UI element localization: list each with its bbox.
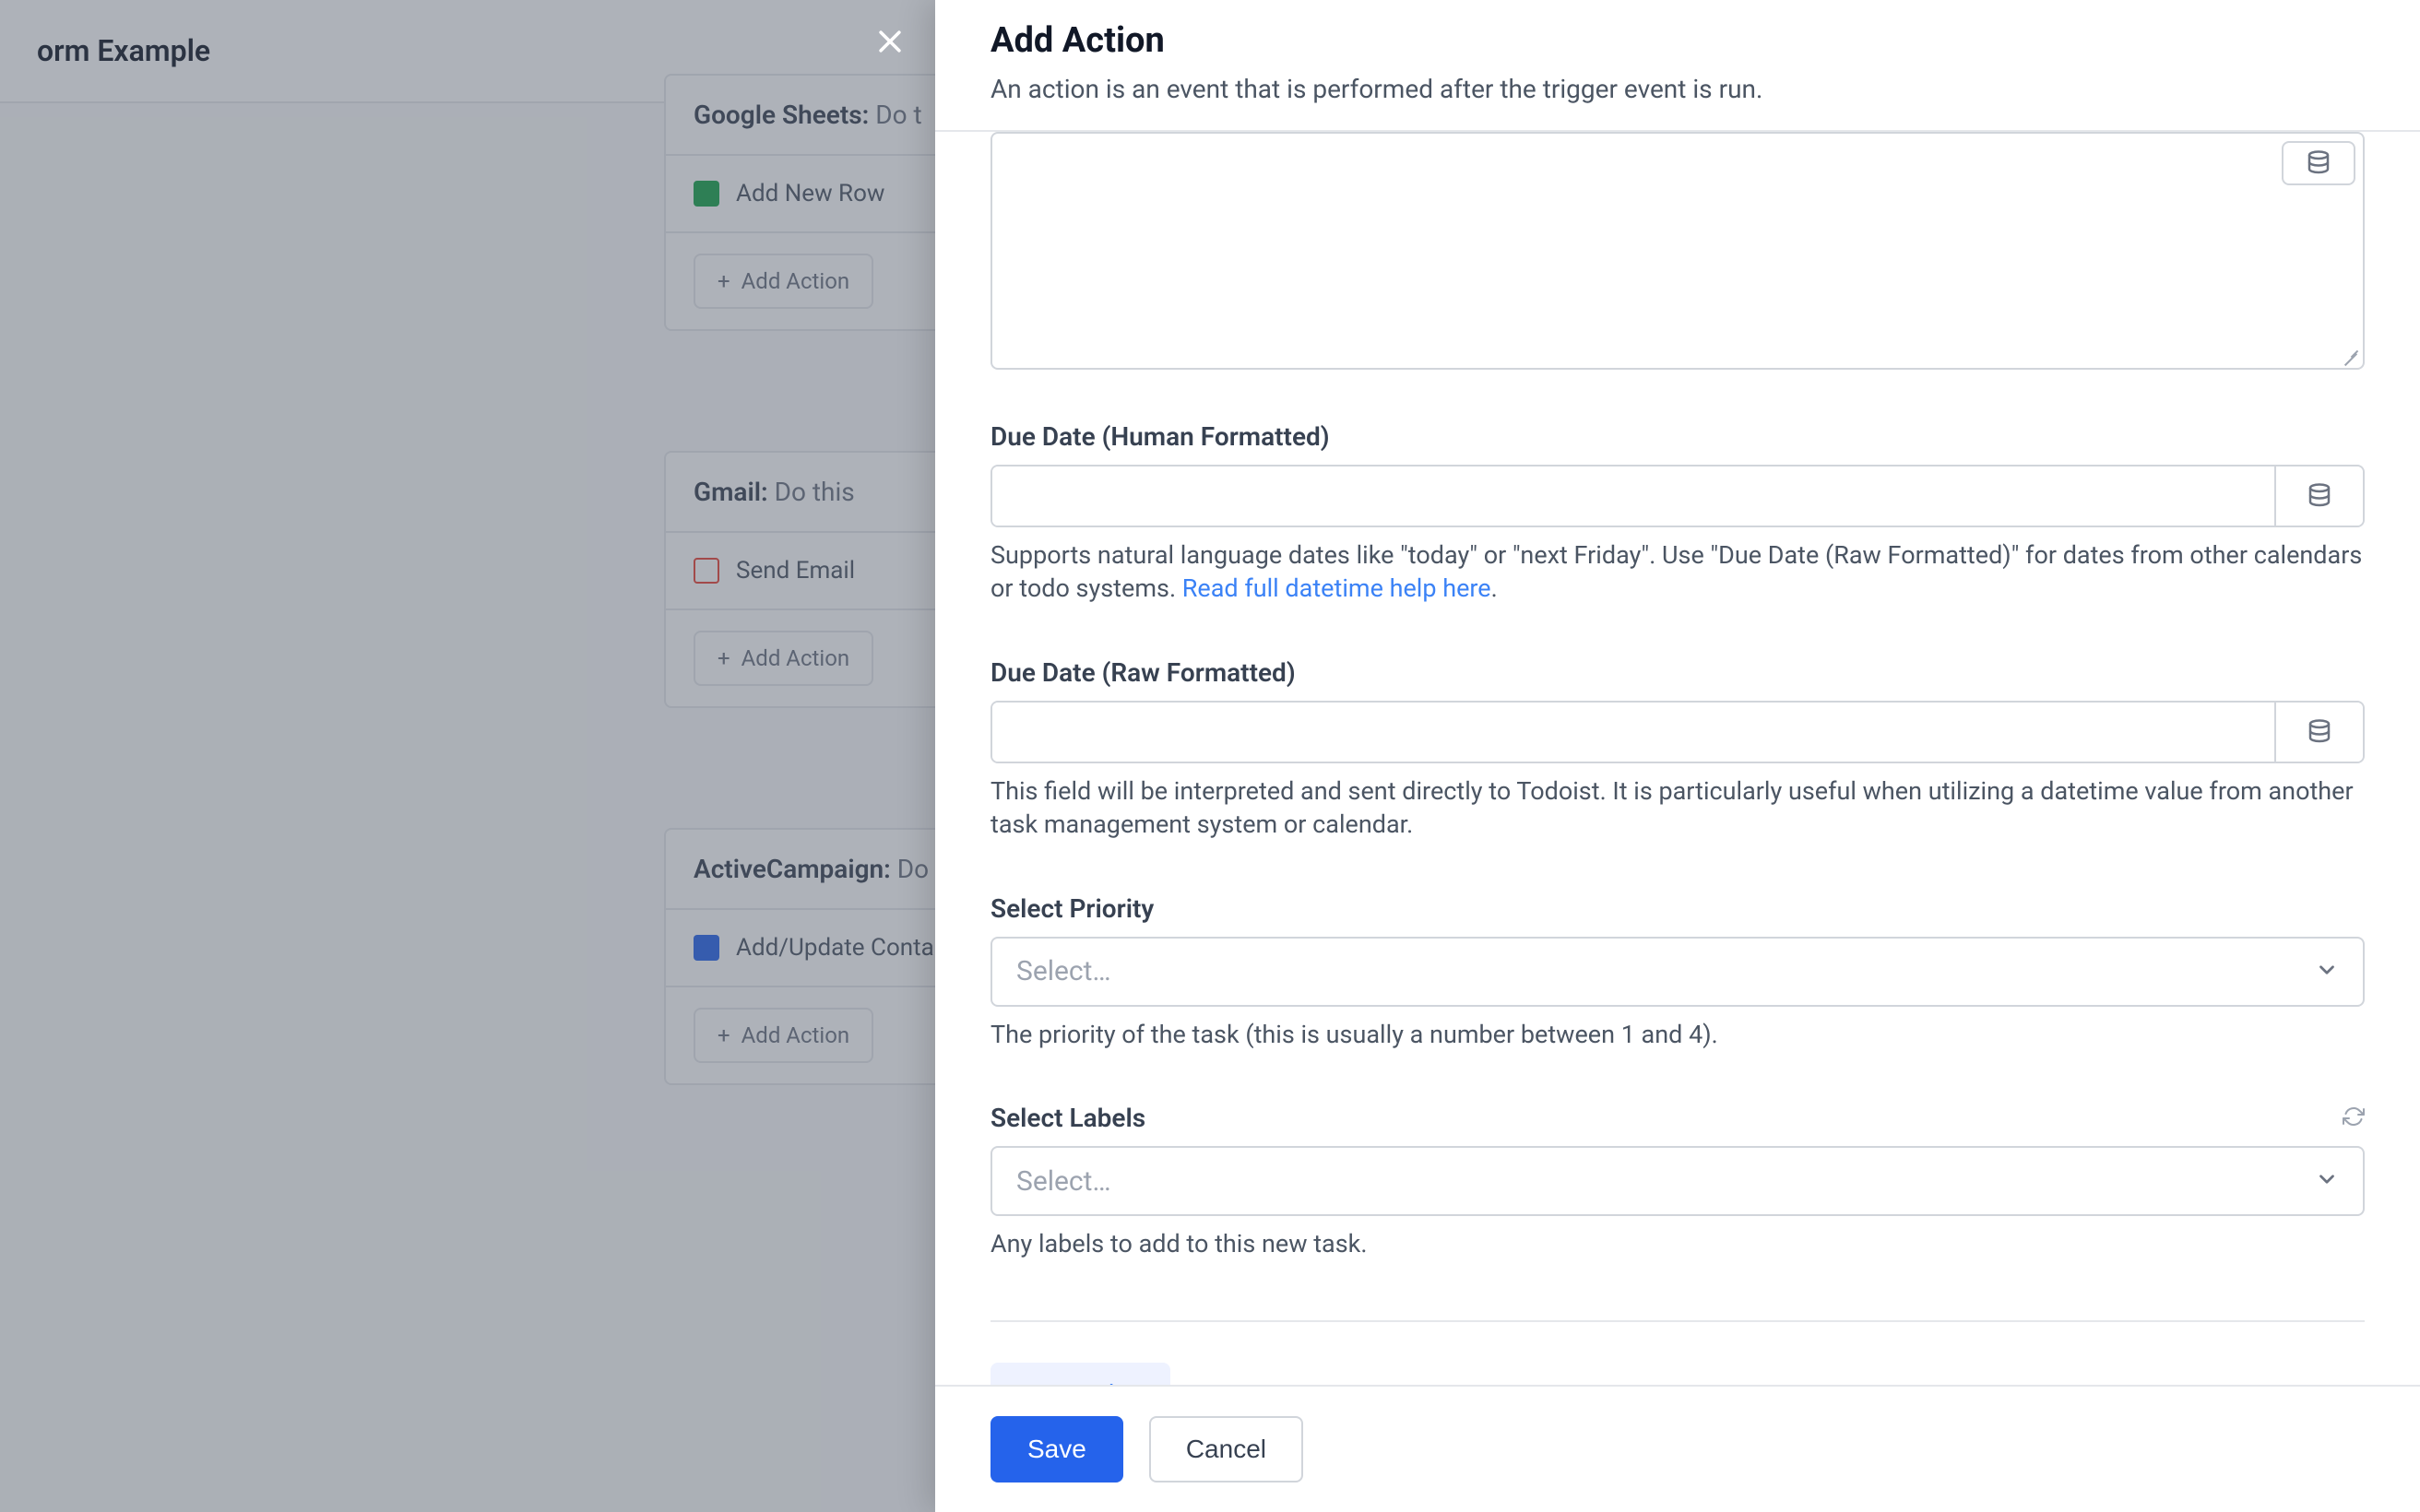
priority-select[interactable]: Select… [991, 937, 2365, 1007]
insert-data-button[interactable] [2282, 141, 2355, 185]
field-due-date-raw: Due Date (Raw Formatted) This field will… [991, 657, 2365, 842]
datetime-help-link[interactable]: Read full datetime help here [1182, 573, 1491, 603]
chevron-down-icon [2315, 1167, 2339, 1195]
labels-select[interactable]: Select… [991, 1146, 2365, 1216]
select-placeholder: Select… [1016, 955, 1111, 987]
due-date-raw-input[interactable] [992, 703, 2274, 762]
field-label: Select Priority [991, 893, 1154, 924]
field-due-date-human: Due Date (Human Formatted) Supports natu… [991, 421, 2365, 606]
divider [991, 1320, 2365, 1322]
field-label: Due Date (Raw Formatted) [991, 657, 1296, 688]
test-action-button[interactable]: Test Action [991, 1363, 1170, 1385]
field-help: Any labels to add to this new task. [991, 1227, 2365, 1260]
add-action-panel: Add Action An action is an event that is… [935, 0, 2420, 1512]
insert-data-button[interactable] [2274, 703, 2363, 762]
panel-body[interactable]: Due Date (Human Formatted) Supports natu… [935, 132, 2420, 1385]
due-date-human-input[interactable] [992, 467, 2274, 526]
description-textarea[interactable] [992, 134, 2363, 368]
refresh-icon[interactable] [2343, 1105, 2365, 1131]
chevron-down-icon [2315, 958, 2339, 986]
panel-footer: Save Cancel [935, 1385, 2420, 1512]
save-button[interactable]: Save [991, 1416, 1123, 1482]
cancel-button[interactable]: Cancel [1149, 1416, 1303, 1482]
field-help: Supports natural language dates like "to… [991, 538, 2365, 606]
select-placeholder: Select… [1016, 1165, 1111, 1198]
field-help: The priority of the task (this is usuall… [991, 1018, 2365, 1051]
field-labels: Select Labels Select… Any labels to add … [991, 1103, 2365, 1260]
field-label: Select Labels [991, 1103, 1145, 1133]
panel-title: Add Action [991, 20, 2365, 61]
panel-header: Add Action An action is an event that is… [935, 0, 2420, 132]
insert-data-button[interactable] [2274, 467, 2363, 526]
field-priority: Select Priority Select… The priority of … [991, 893, 2365, 1051]
field-help: This field will be interpreted and sent … [991, 774, 2365, 842]
description-textarea-wrap [991, 132, 2365, 370]
field-label: Due Date (Human Formatted) [991, 421, 1330, 452]
close-icon[interactable] [874, 26, 906, 61]
panel-subtitle: An action is an event that is performed … [991, 74, 2365, 104]
